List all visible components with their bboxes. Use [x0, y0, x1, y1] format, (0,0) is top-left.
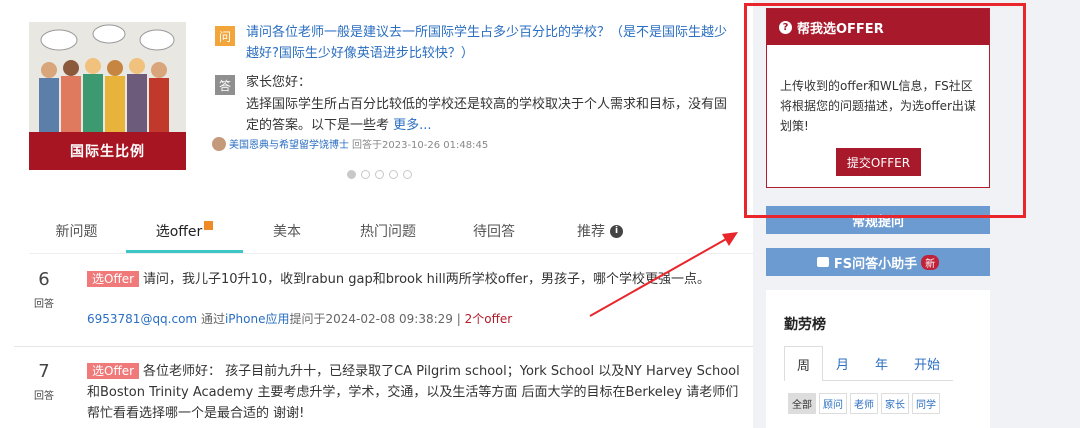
annotation-highlight-box — [744, 3, 1026, 218]
carousel-dot[interactable] — [403, 170, 412, 179]
carousel-dot[interactable] — [375, 170, 384, 179]
carousel-dot[interactable] — [361, 170, 370, 179]
offer-count-link[interactable]: 2个offer — [465, 312, 513, 326]
tab-unanswered[interactable]: 待回答 — [453, 211, 535, 251]
leaderboard: 勤劳榜 周 月 年 开始 全部 顾问 老师 家长 同学 — [766, 290, 990, 428]
offer-badge[interactable]: 选Offer — [87, 363, 140, 379]
question-body: 选Offer 各位老师好： 孩子目前九升十，已经录取了CA Pilgrim sch… — [87, 361, 742, 424]
question-meta: 6953781@qq.com 通过iPhone应用提问于2024-02-08 0… — [87, 310, 512, 327]
question-tag: 问 — [215, 26, 235, 46]
tab-label: 热门问题 — [360, 224, 416, 240]
tab-hot-questions[interactable]: 热门问题 — [339, 211, 437, 251]
tab-label: 推荐 — [577, 224, 605, 240]
carousel-dot[interactable] — [347, 170, 356, 179]
tab-choose-offer[interactable]: 选offer — [126, 211, 243, 253]
tab-label: 选offer — [155, 224, 203, 240]
offer-badge[interactable]: 选Offer — [87, 271, 140, 287]
carousel-dot[interactable] — [389, 170, 398, 179]
question-tabs: 新问题 选offer 美本 热门问题 待回答 推荐 i — [29, 211, 753, 254]
filter-parent[interactable]: 家长 — [881, 393, 909, 414]
filter-student[interactable]: 同学 — [912, 393, 940, 414]
divider — [14, 346, 753, 347]
carousel-dots — [347, 170, 412, 179]
tab-month[interactable]: 月 — [823, 346, 862, 381]
filter-consultant[interactable]: 顾问 — [819, 393, 847, 414]
tab-recommended[interactable]: 推荐 i — [565, 211, 635, 251]
via-prefix: 通过 — [197, 312, 225, 326]
avatar[interactable] — [212, 136, 226, 151]
via-app-link[interactable]: iPhone应用 — [225, 312, 290, 326]
answer-count-label: 回答 — [34, 299, 54, 310]
author-link[interactable]: 美国恩典与希望留学饶博士 — [229, 136, 349, 151]
answer-count-label: 回答 — [34, 391, 54, 402]
tab-start[interactable]: 开始 — [901, 346, 953, 381]
new-badge: 新 — [921, 254, 940, 270]
rss-icon — [204, 220, 214, 230]
answer-count: 7 — [38, 361, 50, 382]
featured-image[interactable]: 国际生比例 — [29, 22, 186, 170]
user-link[interactable]: 6953781@qq.com — [87, 312, 197, 326]
assistant-button[interactable]: FS问答小助手 新 — [766, 248, 990, 276]
answer-text: 选择国际学生所占百分比较低的学校还是较高的学校取决于个人需求和目标，没有固定的答… — [246, 97, 728, 133]
filter-all[interactable]: 全部 — [788, 393, 816, 414]
more-link[interactable]: 更多... — [393, 118, 431, 133]
tab-label: 待回答 — [473, 224, 515, 240]
main-content: 国际生比例 问 请问各位老师一般是建议去一所国际学生占多少百分比的学校？（是不是… — [0, 0, 753, 428]
students-illustration — [29, 22, 186, 132]
question-body: 选Offer 请问，我儿子10升10，收到rabun gap和brook hill… — [87, 269, 742, 290]
question-link[interactable]: 请问，我儿子10升10，收到rabun gap和brook hill两所学校of… — [143, 272, 710, 287]
answer-count: 6 — [38, 269, 50, 290]
answer-tag: 答 — [215, 75, 235, 95]
tab-label: 新问题 — [55, 224, 98, 240]
featured-meta: 美国恩典与希望留学饶博士 回答于2023-10-26 01:48:45 — [212, 136, 488, 151]
tab-week[interactable]: 周 — [784, 346, 823, 381]
tab-label: 美本 — [273, 224, 301, 240]
filter-teacher[interactable]: 老师 — [850, 393, 878, 414]
asked-time: 提问于2024-02-08 09:38:29 — [289, 312, 453, 326]
leaderboard-period-tabs: 周 月 年 开始 — [784, 346, 953, 381]
leaderboard-filters: 全部 顾问 老师 家长 同学 — [788, 393, 940, 414]
tab-us-undergrad[interactable]: 美本 — [245, 211, 329, 251]
assistant-label: FS问答小助手 — [833, 256, 918, 272]
robot-icon — [816, 257, 829, 267]
answered-time: 回答于2023-10-26 01:48:45 — [352, 140, 489, 151]
info-icon[interactable]: i — [610, 224, 623, 238]
question-link[interactable]: 各位老师好： 孩子目前九升十，已经录取了CA Pilgrim school；Yo… — [87, 364, 740, 421]
separator: | — [452, 312, 465, 326]
answer-greeting: 家长您好： — [246, 75, 312, 90]
featured-answer: 选择国际学生所占百分比较低的学校还是较高的学校取决于个人需求和目标，没有固定的答… — [246, 94, 736, 136]
leaderboard-title: 勤劳榜 — [784, 317, 826, 333]
tab-new-questions[interactable]: 新问题 — [29, 211, 124, 251]
featured-question-link[interactable]: 请问各位老师一般是建议去一所国际学生占多少百分比的学校？（是不是国际生越少越好?… — [246, 22, 736, 64]
tab-year[interactable]: 年 — [862, 346, 901, 381]
featured-banner: 国际生比例 — [29, 132, 186, 170]
